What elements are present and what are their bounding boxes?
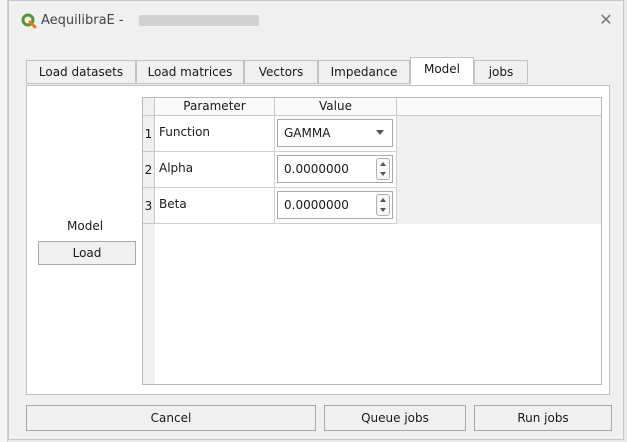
cancel-button[interactable]: Cancel	[26, 405, 316, 431]
value-cell-beta: 0.0000000	[275, 188, 397, 224]
beta-increment-icon[interactable]	[377, 195, 389, 205]
close-icon[interactable]: ✕	[597, 11, 615, 29]
model-label: Model	[67, 219, 104, 233]
beta-spinbox[interactable]: 0.0000000	[277, 191, 393, 219]
parameter-function: Function	[159, 125, 211, 139]
beta-decrement-icon[interactable]	[377, 205, 389, 215]
alpha-value: 0.0000000	[284, 162, 349, 176]
parameter-beta: Beta	[159, 197, 187, 211]
parameter-alpha: Alpha	[159, 161, 194, 175]
header-filler	[397, 98, 601, 116]
table-row: Function	[155, 116, 275, 152]
alpha-increment-icon[interactable]	[377, 159, 389, 169]
alpha-spinbox[interactable]: 0.0000000	[277, 155, 393, 183]
queue-jobs-button[interactable]: Queue jobs	[324, 405, 466, 431]
row-header-1[interactable]: 1	[143, 116, 155, 152]
table-corner	[143, 98, 155, 116]
row-header-3[interactable]: 3	[143, 188, 155, 224]
beta-stepper	[376, 194, 390, 216]
table-empty-area	[155, 224, 601, 384]
row-header-2[interactable]: 2	[143, 152, 155, 188]
parameters-table: Parameter Value 1 Function GAMMA 2 Alpha…	[142, 97, 602, 385]
function-selected-value: GAMMA	[284, 126, 331, 140]
tab-vectors[interactable]: Vectors	[244, 60, 318, 84]
qgis-logo-icon	[21, 13, 37, 29]
value-cell-function: GAMMA	[275, 116, 397, 152]
tab-model[interactable]: Model	[410, 57, 474, 85]
value-cell-alpha: 0.0000000	[275, 152, 397, 188]
run-jobs-button[interactable]: Run jobs	[474, 405, 612, 431]
title-bar: AequilibraE - ✕	[9, 1, 623, 41]
tab-jobs[interactable]: jobs	[474, 60, 528, 84]
window-title: AequilibraE -	[41, 13, 124, 28]
background-window-edge	[0, 0, 8, 442]
load-model-button[interactable]: Load	[38, 241, 136, 265]
beta-value: 0.0000000	[284, 198, 349, 212]
alpha-decrement-icon[interactable]	[377, 169, 389, 179]
tab-load-datasets[interactable]: Load datasets	[26, 60, 136, 84]
redacted-project-name	[139, 15, 259, 26]
tab-impedance[interactable]: Impedance	[318, 60, 410, 84]
chevron-down-icon	[376, 130, 384, 135]
alpha-stepper	[376, 158, 390, 180]
tab-load-matrices[interactable]: Load matrices	[136, 60, 244, 84]
header-value[interactable]: Value	[275, 98, 397, 116]
table-row: Alpha	[155, 152, 275, 188]
header-parameter[interactable]: Parameter	[155, 98, 275, 116]
function-dropdown[interactable]: GAMMA	[277, 119, 393, 147]
table-row: Beta	[155, 188, 275, 224]
